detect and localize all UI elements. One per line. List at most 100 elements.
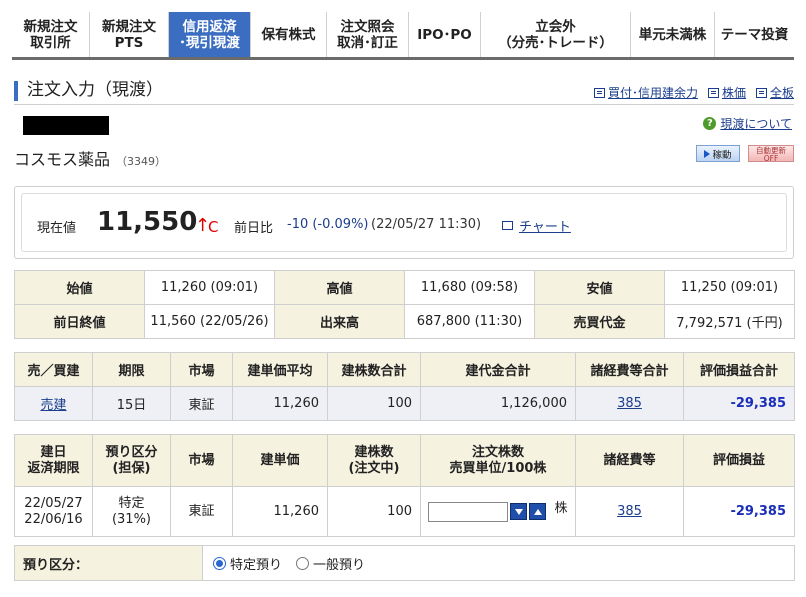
buying-power-label: 買付･信用建余力	[607, 86, 698, 100]
table-header-row: 売／買建 期限 市場 建単価平均 建株数合計 建代金合計 諸経費等合計 評価損益…	[14, 352, 795, 387]
chart-link[interactable]: チャート	[519, 216, 571, 235]
full-board-link[interactable]: 全板	[755, 84, 794, 101]
col-market: 市場	[170, 434, 233, 487]
page-header: 注文入力（現渡） 買付･信用建余力 株価 全板	[14, 79, 794, 105]
tab-off-auction[interactable]: 立会外 （分売･トレード）	[481, 12, 631, 57]
col-qty-total: 建株数合計	[327, 352, 421, 387]
quote-row: 始値 11,260 (09:01) 高値 11,680 (09:58) 安値 1…	[14, 270, 795, 305]
qty-up-icon[interactable]	[529, 503, 547, 520]
stock-name: コスモス薬品	[14, 150, 111, 169]
quote-row: 前日終値 11,560 (22/05/26) 出来高 687,800 (11:3…	[14, 304, 795, 339]
col-side: 売／買建	[14, 352, 93, 387]
current-price-box: 現在値 11,550 ↑ C 前日比 -10 (-0.09%) (22/05/2…	[14, 186, 794, 259]
chart-link-area: チャート	[502, 216, 571, 235]
radio-general[interactable]: 一般預り	[296, 554, 365, 573]
deposit-type-label: 預り区分：	[14, 545, 203, 581]
order-qty-input[interactable]	[428, 501, 509, 522]
col-fees: 諸経費等	[575, 434, 684, 487]
radio-general-label: 一般預り	[313, 557, 366, 573]
side-cell: 売建	[14, 386, 93, 421]
stock-price-link[interactable]: 株価	[707, 84, 746, 101]
turnover-value: 7,792,571 (千円)	[664, 304, 795, 339]
col-fees-total: 諸経費等合計	[575, 352, 684, 387]
radio-specific-label: 特定預り	[230, 557, 283, 573]
auto-update-button[interactable]: 自動更新 OFF	[748, 145, 794, 163]
fees-link[interactable]: 385	[617, 504, 642, 519]
col-pnl: 評価損益	[683, 434, 795, 487]
window-icon	[593, 87, 605, 98]
fees-cell: 385	[575, 386, 684, 421]
tab-new-order-exchange[interactable]: 新規注文 取引所	[12, 12, 90, 57]
current-price-label: 現在値	[37, 221, 77, 236]
high-value: 11,680 (09:58)	[404, 270, 535, 305]
col-amount-total: 建代金合計	[420, 352, 576, 387]
table-row: 売建 15日 東証 11,260 100 1,126,000 385 -29,3…	[14, 386, 795, 421]
tab-theme-invest[interactable]: テーマ投資	[715, 12, 794, 57]
term-cell: 15日	[92, 386, 171, 421]
tab-order-inquiry[interactable]: 注文照会 取消･訂正	[327, 12, 409, 57]
radio-selected-icon[interactable]	[213, 556, 226, 570]
delivery-help-link[interactable]: 現渡について	[720, 115, 792, 132]
redacted-block	[23, 116, 109, 135]
order-input-table: 建日 返済期限 預り区分 (担保) 市場 建単価 建株数 (注文中) 注文株数 …	[14, 434, 795, 537]
header-links: 買付･信用建余力 株価 全板	[593, 84, 794, 101]
col-open-due: 建日 返済期限	[14, 434, 93, 487]
radio-unselected-icon[interactable]	[296, 556, 310, 570]
deposit-type: 特定	[118, 495, 145, 511]
avg-price-cell: 11,260	[232, 386, 328, 421]
table-header-row: 建日 返済期限 預り区分 (担保) 市場 建単価 建株数 (注文中) 注文株数 …	[14, 434, 795, 487]
qty-unit: 株	[554, 500, 568, 516]
pnl-cell: -29,385	[683, 386, 795, 421]
market-cell: 東証	[170, 386, 233, 421]
tab-odd-lot[interactable]: 単元未満株	[631, 12, 715, 57]
tab-new-order-pts[interactable]: 新規注文 PTS	[90, 12, 169, 57]
volume-value: 687,800 (11:30)	[404, 304, 535, 339]
dates-cell: 22/05/27 22/06/16	[14, 486, 93, 537]
prev-close-label: 前日終値	[14, 304, 145, 339]
open-date: 22/05/27	[24, 495, 83, 511]
window-icon	[755, 87, 767, 98]
order-nav-tabs: 新規注文 取引所 新規注文 PTS 信用返済 ･現引現渡 保有株式 注文照会 取…	[12, 12, 794, 60]
side-link[interactable]: 売建	[40, 398, 66, 413]
current-price-value: 11,550	[97, 207, 198, 237]
order-qty-control: 株	[421, 500, 575, 522]
change-label: 前日比	[234, 221, 274, 236]
radio-specific[interactable]: 特定預り	[213, 554, 282, 573]
tab-margin-repay[interactable]: 信用返済 ･現引現渡	[169, 12, 251, 57]
deposit-type-row: 預り区分： 特定預り 一般預り	[14, 545, 795, 581]
open-value: 11,260 (09:01)	[144, 270, 275, 305]
table-row: 22/05/27 22/06/16 特定 (31%) 東証 11,260 100 株…	[14, 486, 795, 537]
amount-cell: 1,126,000	[420, 386, 576, 421]
position-summary-table: 売／買建 期限 市場 建単価平均 建株数合計 建代金合計 諸経費等合計 評価損益…	[14, 352, 795, 421]
price-flag: C	[208, 218, 219, 236]
open-label: 始値	[14, 270, 145, 305]
play-icon	[704, 149, 711, 158]
window-icon	[707, 87, 719, 98]
col-market: 市場	[170, 352, 233, 387]
change-value: -10 (-0.09%)	[287, 217, 369, 232]
run-label: 稼動	[712, 149, 732, 161]
tab-ipo-po[interactable]: IPO･PO	[409, 12, 481, 57]
col-order-qty: 注文株数 売買単位/100株	[420, 434, 576, 487]
qty-down-icon[interactable]	[510, 503, 528, 520]
fees-link[interactable]: 385	[617, 396, 642, 411]
stock-code: （3349）	[116, 155, 167, 168]
col-price: 建単価	[232, 434, 328, 487]
buying-power-link[interactable]: 買付･信用建余力	[593, 84, 698, 101]
price-datetime: (22/05/27 11:30)	[371, 217, 482, 232]
fees-cell: 385	[575, 486, 684, 537]
page-title: 注文入力（現渡）	[27, 80, 163, 100]
turnover-label: 売買代金	[534, 304, 665, 339]
title-accent-bar	[14, 81, 18, 101]
market-cell: 東証	[170, 486, 233, 537]
quote-table: 始値 11,260 (09:01) 高値 11,680 (09:58) 安値 1…	[14, 270, 795, 339]
run-button[interactable]: 稼動	[696, 145, 740, 162]
deposit-radio-group: 特定預り 一般預り	[203, 554, 794, 573]
stock-price-label: 株価	[721, 86, 746, 100]
due-date: 22/06/16	[24, 511, 83, 527]
tab-holdings[interactable]: 保有株式	[251, 12, 327, 57]
help-icon: ?	[703, 117, 717, 130]
deposit-type-options: 特定預り 一般預り	[202, 545, 795, 581]
prev-close-value: 11,560 (22/05/26)	[144, 304, 275, 339]
low-value: 11,250 (09:01)	[664, 270, 795, 305]
